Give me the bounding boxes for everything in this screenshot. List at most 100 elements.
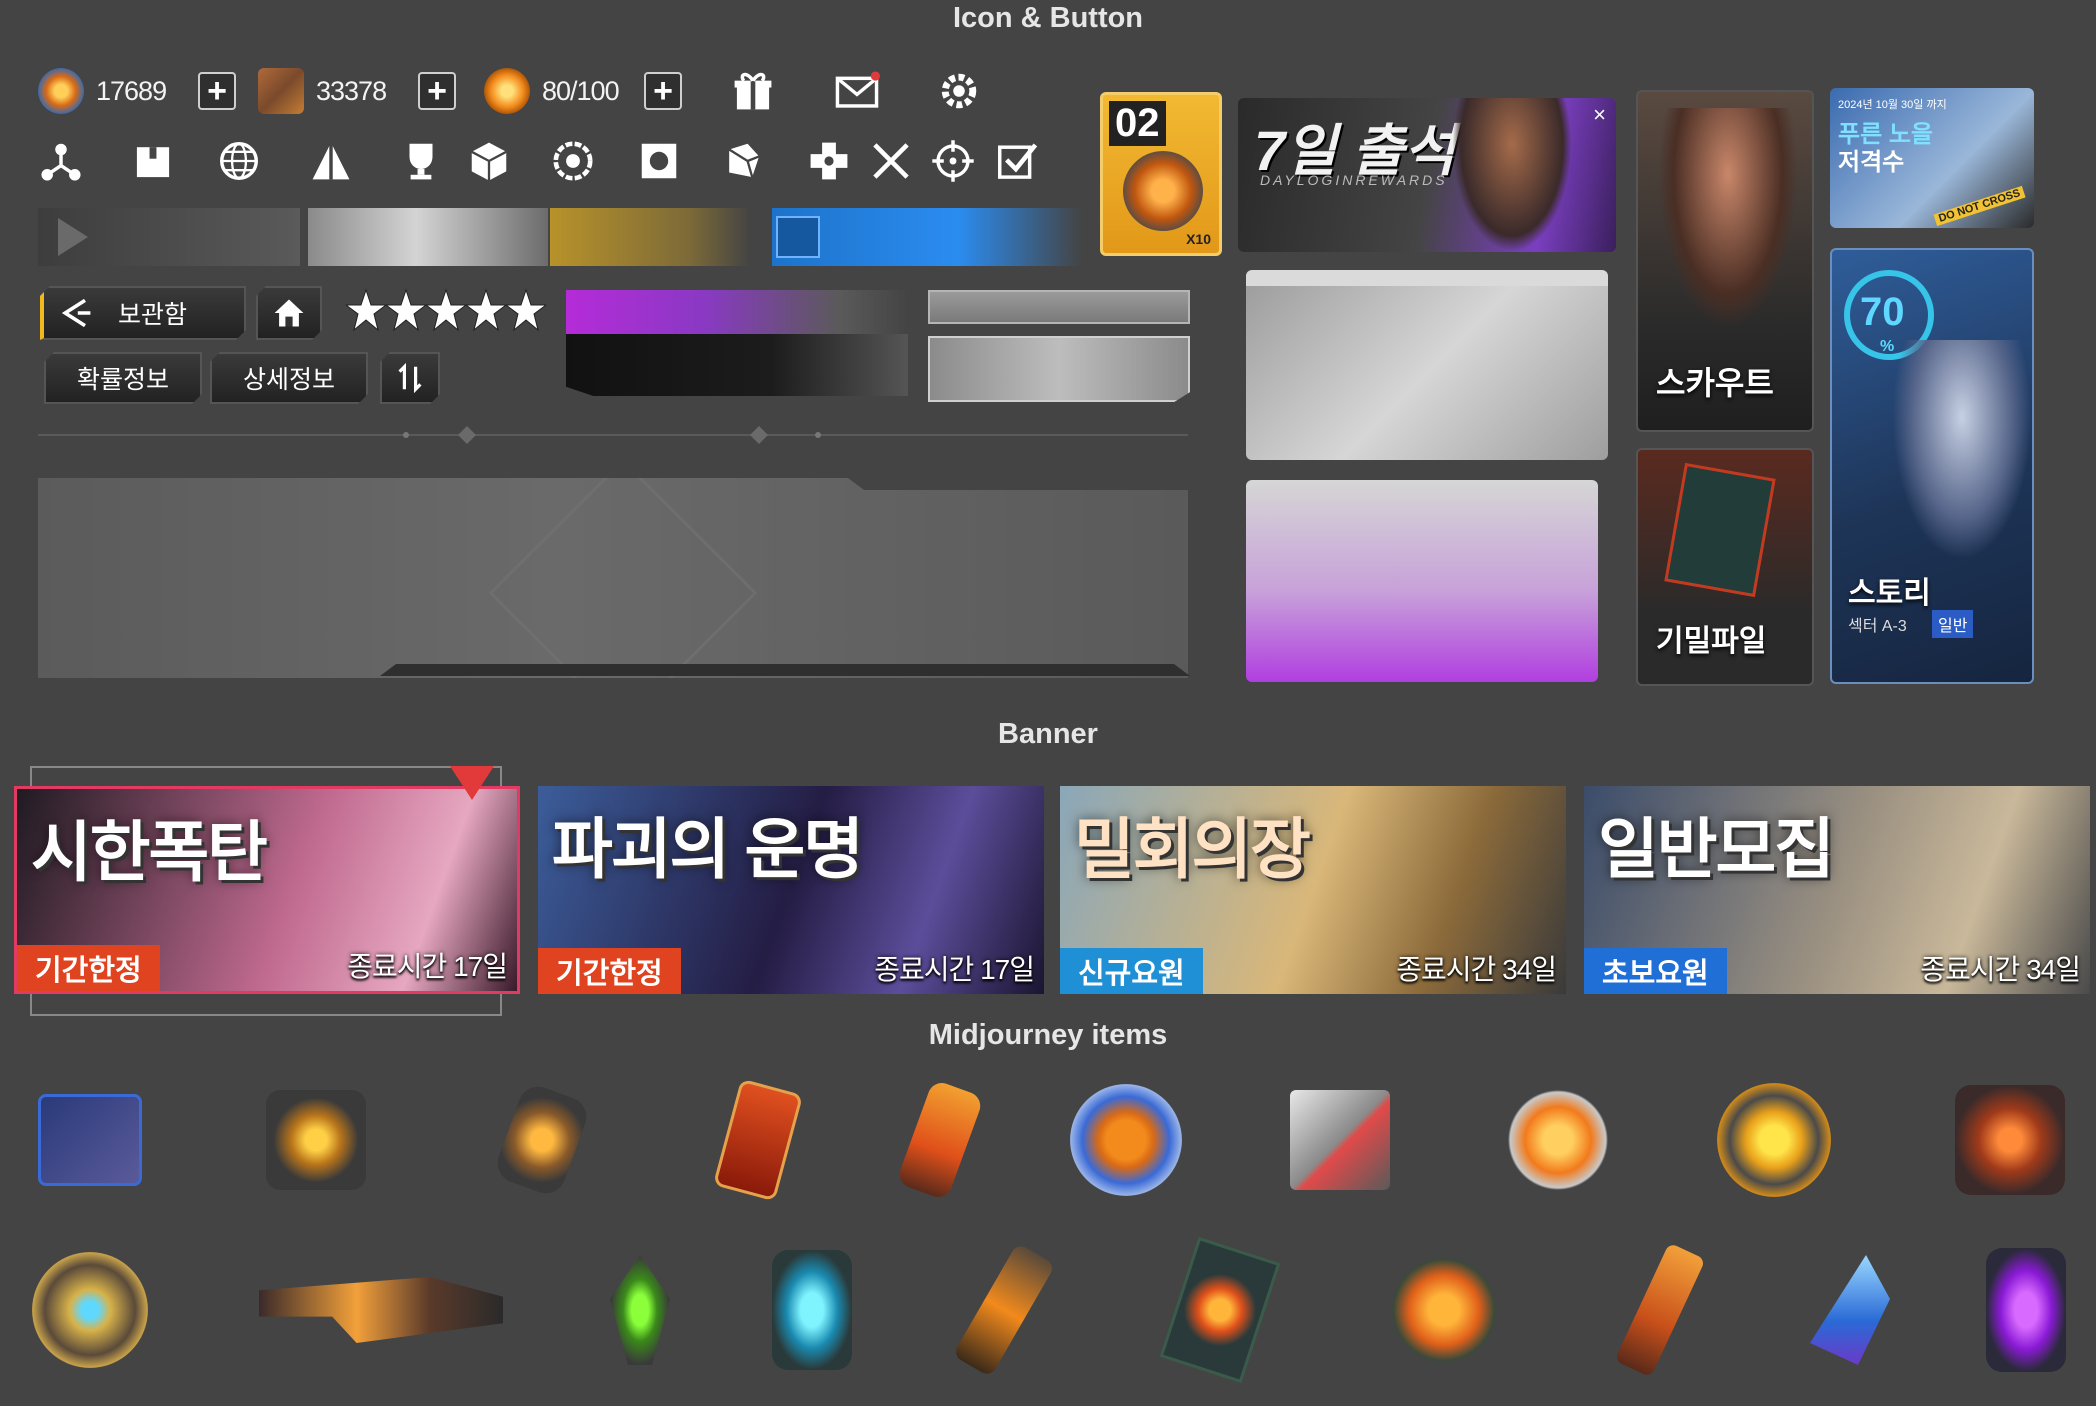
- storage-button[interactable]: 보관함: [40, 286, 246, 340]
- energy-coin-icon: [484, 68, 530, 114]
- blue-crystal-item[interactable]: [1790, 1250, 1910, 1370]
- selected-marker-icon: [450, 766, 494, 800]
- story-card[interactable]: 70 % 스토리 섹터 A-3 일반: [1830, 248, 2034, 684]
- story-sector: 섹터 A-3: [1848, 618, 1907, 635]
- purple-bar-button[interactable]: [566, 290, 908, 334]
- home-icon: [271, 295, 307, 331]
- green-lantern-item[interactable]: [580, 1250, 700, 1370]
- large-panel: [38, 478, 1188, 678]
- home-button[interactable]: [256, 286, 322, 340]
- story-normal-badge: 일반: [1932, 610, 1974, 638]
- cyan-lantern-item[interactable]: [752, 1250, 872, 1370]
- section-title-icon-button: Icon & Button: [952, 2, 1144, 34]
- currency-value: 80/100: [542, 75, 620, 106]
- story-percent: 70: [1860, 290, 1905, 334]
- scout-card[interactable]: 스카우트: [1636, 90, 1814, 432]
- frame-box-bottom: [928, 336, 1190, 402]
- secret-file-art: [1664, 462, 1776, 598]
- checkbox-icon[interactable]: [992, 136, 1042, 186]
- detail-info-button[interactable]: 상세정보: [210, 352, 368, 404]
- gold-bar-button[interactable]: [550, 208, 750, 266]
- probability-info-button[interactable]: 확률정보: [44, 352, 202, 404]
- item-count: X10: [1186, 231, 1211, 247]
- banner-time: 종료시간 17일: [874, 954, 1035, 985]
- globe-icon[interactable]: [214, 136, 264, 186]
- shield-cube-icon[interactable]: [718, 136, 768, 186]
- purple-panel: [1246, 480, 1598, 682]
- sniper-subtitle: 저격수: [1838, 149, 1905, 176]
- banner-badge: 기간한정: [17, 945, 160, 991]
- banner-general-recruit[interactable]: 일반모집 초보요원 종료시간 34일: [1584, 786, 2090, 994]
- login-reward-banner[interactable]: 7일 출석 DAYLOGINREWARDS ×: [1238, 98, 1616, 252]
- sniper-date: 2024년 10월 30일 까지: [1838, 99, 1947, 111]
- close-icon[interactable]: ×: [1593, 102, 1606, 128]
- cube-icon[interactable]: [464, 136, 514, 186]
- banner-secret-meeting[interactable]: 밀회의장 신규요원 종료시간 34일: [1060, 786, 1566, 994]
- login-subtitle: DAYLOGINREWARDS: [1260, 172, 1448, 188]
- trophy-icon[interactable]: [396, 136, 446, 186]
- orange-cylinder-item[interactable]: [482, 1080, 602, 1200]
- fire-canister-item[interactable]: [880, 1079, 1000, 1201]
- section-title-banner: Banner: [998, 718, 1098, 750]
- banner-time-bomb[interactable]: 시한폭탄 기간한정 종료시간 17일: [14, 786, 520, 994]
- lava-cube-item[interactable]: [1950, 1080, 2070, 1200]
- gold-hex-orb-item[interactable]: [30, 1250, 150, 1370]
- banner-destruction-fate[interactable]: 파괴의 운명 기간한정 종료시간 17일: [538, 786, 1044, 994]
- add-supply-button[interactable]: +: [418, 72, 456, 110]
- silver-bar-button[interactable]: [308, 208, 548, 266]
- sniper-event-card[interactable]: 2024년 10월 30일 까지 푸른 노을 저격수 DO NOT CROSS: [1830, 88, 2034, 228]
- gray-bar-button[interactable]: [38, 208, 300, 266]
- secret-file-label: 기밀파일: [1656, 625, 1767, 658]
- login-character-art: [1452, 98, 1572, 252]
- frame-box-top: [928, 290, 1190, 324]
- network-icon[interactable]: [36, 136, 86, 186]
- banner-title: 시한폭탄: [31, 815, 268, 889]
- dpad-icon[interactable]: [804, 136, 854, 186]
- currency-supply: 33378 +: [258, 66, 456, 116]
- ornament-divider: [38, 426, 1188, 444]
- crosshair-icon[interactable]: [928, 136, 978, 186]
- orange-bar-item[interactable]: [1600, 1242, 1720, 1378]
- red-card-item[interactable]: [698, 1078, 818, 1202]
- back-arrow-icon: [58, 295, 94, 331]
- pyramid-icon[interactable]: [306, 136, 356, 186]
- energy-core-item[interactable]: [1384, 1250, 1504, 1370]
- orange-sun-card-item[interactable]: [1159, 1236, 1281, 1384]
- settings-gear-icon[interactable]: [934, 66, 984, 116]
- banner-time: 종료시간 34일: [1396, 954, 1557, 985]
- storage-label: 보관함: [118, 301, 188, 329]
- blue-crate-item[interactable]: [30, 1080, 150, 1200]
- blue-bar-handle: [776, 216, 820, 258]
- day-badge: 02: [1109, 101, 1166, 146]
- detail-label: 상세정보: [242, 366, 335, 394]
- day-reward-card[interactable]: 02 X10: [1100, 92, 1222, 256]
- reward-orb-icon: [1123, 151, 1203, 231]
- scout-character-art: [1658, 108, 1798, 328]
- gold-core-box-item[interactable]: [256, 1080, 376, 1200]
- gift-icon[interactable]: [728, 66, 778, 116]
- orange-crystal-icon: [38, 68, 84, 114]
- blue-orange-emblem-item[interactable]: [1066, 1080, 1186, 1200]
- flower-icon[interactable]: [548, 136, 598, 186]
- supply-box-icon: [258, 68, 304, 114]
- gold-reactor-item[interactable]: [1714, 1080, 1834, 1200]
- sort-button[interactable]: [380, 352, 440, 404]
- mail-icon[interactable]: [832, 66, 882, 116]
- target-square-icon[interactable]: [634, 136, 684, 186]
- plasma-rifle-item[interactable]: [256, 1250, 506, 1370]
- black-bar-button[interactable]: [566, 334, 908, 396]
- orange-rod-item[interactable]: [944, 1242, 1064, 1378]
- metal-cube-item[interactable]: [1280, 1080, 1400, 1200]
- do-not-cross-tape: DO NOT CROSS: [1933, 185, 2026, 227]
- add-energy-button[interactable]: +: [644, 72, 682, 110]
- add-crystal-button[interactable]: +: [198, 72, 236, 110]
- package-icon[interactable]: [128, 136, 178, 186]
- panel-bottom-bar: [380, 664, 1190, 676]
- crossed-swords-icon[interactable]: [866, 136, 916, 186]
- blue-bar-button[interactable]: [772, 208, 1082, 266]
- purple-lantern-item[interactable]: [1966, 1248, 2086, 1372]
- star-rating: [344, 284, 548, 340]
- orange-emblem-item[interactable]: [1498, 1080, 1618, 1200]
- banner-time: 종료시간 34일: [1920, 954, 2081, 985]
- secret-file-card[interactable]: 기밀파일: [1636, 448, 1814, 686]
